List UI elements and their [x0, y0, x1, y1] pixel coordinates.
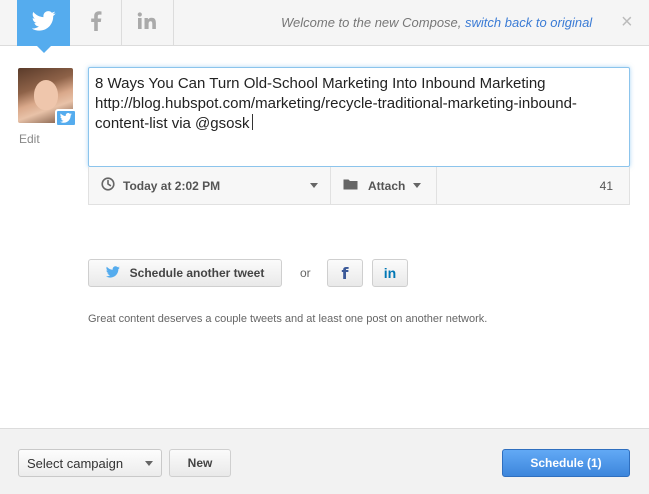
schedule-another-label: Schedule another tweet: [129, 266, 265, 280]
tab-twitter[interactable]: [17, 0, 70, 53]
attach-dropdown[interactable]: Attach: [331, 167, 437, 204]
schedule-button[interactable]: Schedule (1): [502, 449, 630, 477]
chevron-down-icon: [413, 183, 422, 188]
schedule-time-dropdown[interactable]: Today at 2:02 PM: [89, 167, 331, 204]
campaign-select[interactable]: Select campaign: [18, 449, 162, 477]
cross-post-hint: Great content deserves a couple tweets a…: [88, 313, 488, 325]
twitter-bird-icon: [31, 10, 56, 36]
schedule-time-label: Today at 2:02 PM: [123, 178, 221, 193]
folder-icon: [343, 178, 358, 193]
linkedin-icon: [137, 11, 159, 35]
linkedin-icon: in: [383, 265, 397, 281]
compose-meta-bar: Today at 2:02 PM Attach 41: [88, 167, 630, 205]
twitter-bird-icon: [105, 265, 120, 281]
twitter-badge-icon: [55, 109, 77, 127]
clock-icon: [101, 177, 115, 194]
edit-profile-link[interactable]: Edit: [19, 132, 40, 146]
campaign-select-value: Select campaign: [27, 455, 124, 471]
or-separator: or: [300, 266, 311, 280]
close-icon[interactable]: ×: [621, 12, 633, 32]
facebook-icon: [90, 10, 102, 36]
welcome-message: Welcome to the new Compose, switch back …: [281, 15, 592, 30]
add-facebook-post-button[interactable]: f: [327, 259, 363, 287]
schedule-another-tweet-button[interactable]: Schedule another tweet: [88, 259, 282, 287]
chevron-down-icon: [145, 461, 153, 466]
chevron-down-icon: [310, 183, 318, 188]
facebook-icon: f: [341, 263, 349, 283]
attach-label: Attach: [368, 178, 406, 193]
avatar: [18, 68, 77, 127]
avatar-face: [34, 80, 58, 110]
add-linkedin-post-button[interactable]: in: [372, 259, 408, 287]
tab-facebook[interactable]: [70, 0, 122, 46]
tweet-textarea[interactable]: 8 Ways You Can Turn Old-School Marketing…: [88, 67, 630, 167]
compose-footer: Select campaign New Schedule (1): [0, 428, 649, 494]
switch-back-link[interactable]: switch back to original: [465, 15, 592, 30]
text-cursor: [252, 114, 254, 130]
character-count: 41: [599, 179, 613, 193]
welcome-text: Welcome to the new Compose,: [281, 15, 462, 30]
tab-linkedin[interactable]: [122, 0, 174, 46]
tweet-text: 8 Ways You Can Turn Old-School Marketing…: [95, 75, 577, 132]
new-campaign-button[interactable]: New: [169, 449, 231, 477]
network-tab-bar: Welcome to the new Compose, switch back …: [0, 0, 649, 53]
